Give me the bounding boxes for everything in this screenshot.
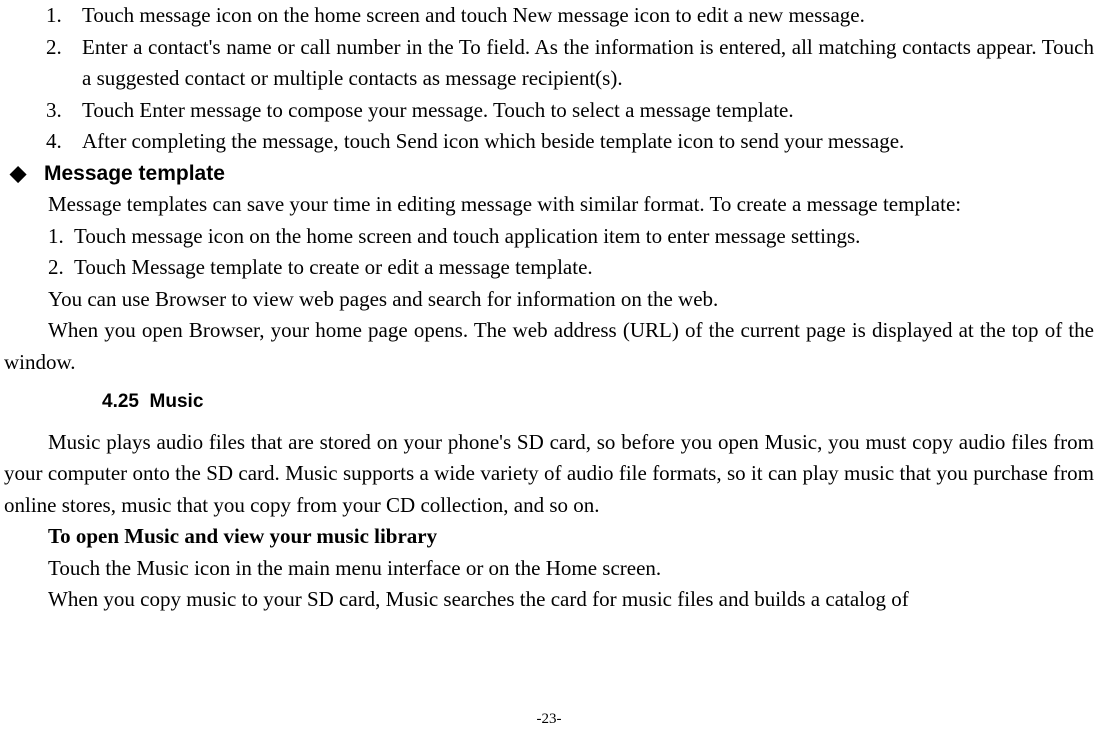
music-subheading: To open Music and view your music librar… — [4, 521, 1094, 553]
message-template-intro: Message templates can save your time in … — [4, 189, 1094, 221]
music-line-2: When you copy music to your SD card, Mus… — [4, 584, 1094, 616]
list2-text-1: Touch message icon on the home screen an… — [74, 224, 860, 248]
list1-item-1: 1. Touch message icon on the home screen … — [4, 0, 1094, 32]
list1-num-3: 3. — [46, 95, 70, 127]
browser-para-2: When you open Browser, your home page op… — [4, 315, 1094, 378]
music-line-1: Touch the Music icon in the main menu in… — [4, 553, 1094, 585]
list1-num-4: 4. — [46, 126, 70, 158]
list1-text-3: Touch Enter message to compose your mess… — [82, 98, 794, 122]
list1-item-3: 3. Touch Enter message to compose your me… — [4, 95, 1094, 127]
list2-item-2: 2.Touch Message template to create or ed… — [4, 252, 1094, 284]
list2-text-2: Touch Message template to create or edit… — [74, 255, 593, 279]
heading-title: Music — [150, 391, 204, 412]
list2-num-1: 1. — [48, 221, 68, 253]
list1-text-1: Touch message icon on the home screen an… — [82, 3, 865, 27]
browser-para-1: You can use Browser to view web pages an… — [4, 284, 1094, 316]
list1-num-1: 1. — [46, 0, 70, 32]
diamond-bullet-icon: ◆ — [10, 158, 44, 190]
list1-text-4: After completing the message, touch Send… — [82, 129, 904, 153]
list2-item-1: 1.Touch message icon on the home screen … — [4, 221, 1094, 253]
page-number: -23- — [0, 708, 1098, 731]
list1-text-2: Enter a contact's name or call number in… — [82, 35, 1094, 91]
list2-num-2: 2. — [48, 252, 68, 284]
list1-item-2: 2. Enter a contact's name or call number … — [4, 32, 1094, 95]
bullet-message-template: ◆Message template — [4, 158, 1094, 190]
heading-number: 4.25 — [102, 391, 139, 412]
list1-num-2: 2. — [46, 32, 70, 64]
music-para: Music plays audio files that are stored … — [4, 427, 1094, 522]
section-heading-music: 4.25 Music — [4, 388, 1094, 417]
list1-item-4: 4. After completing the message, touch Se… — [4, 126, 1094, 158]
bullet-label: Message template — [44, 162, 225, 185]
